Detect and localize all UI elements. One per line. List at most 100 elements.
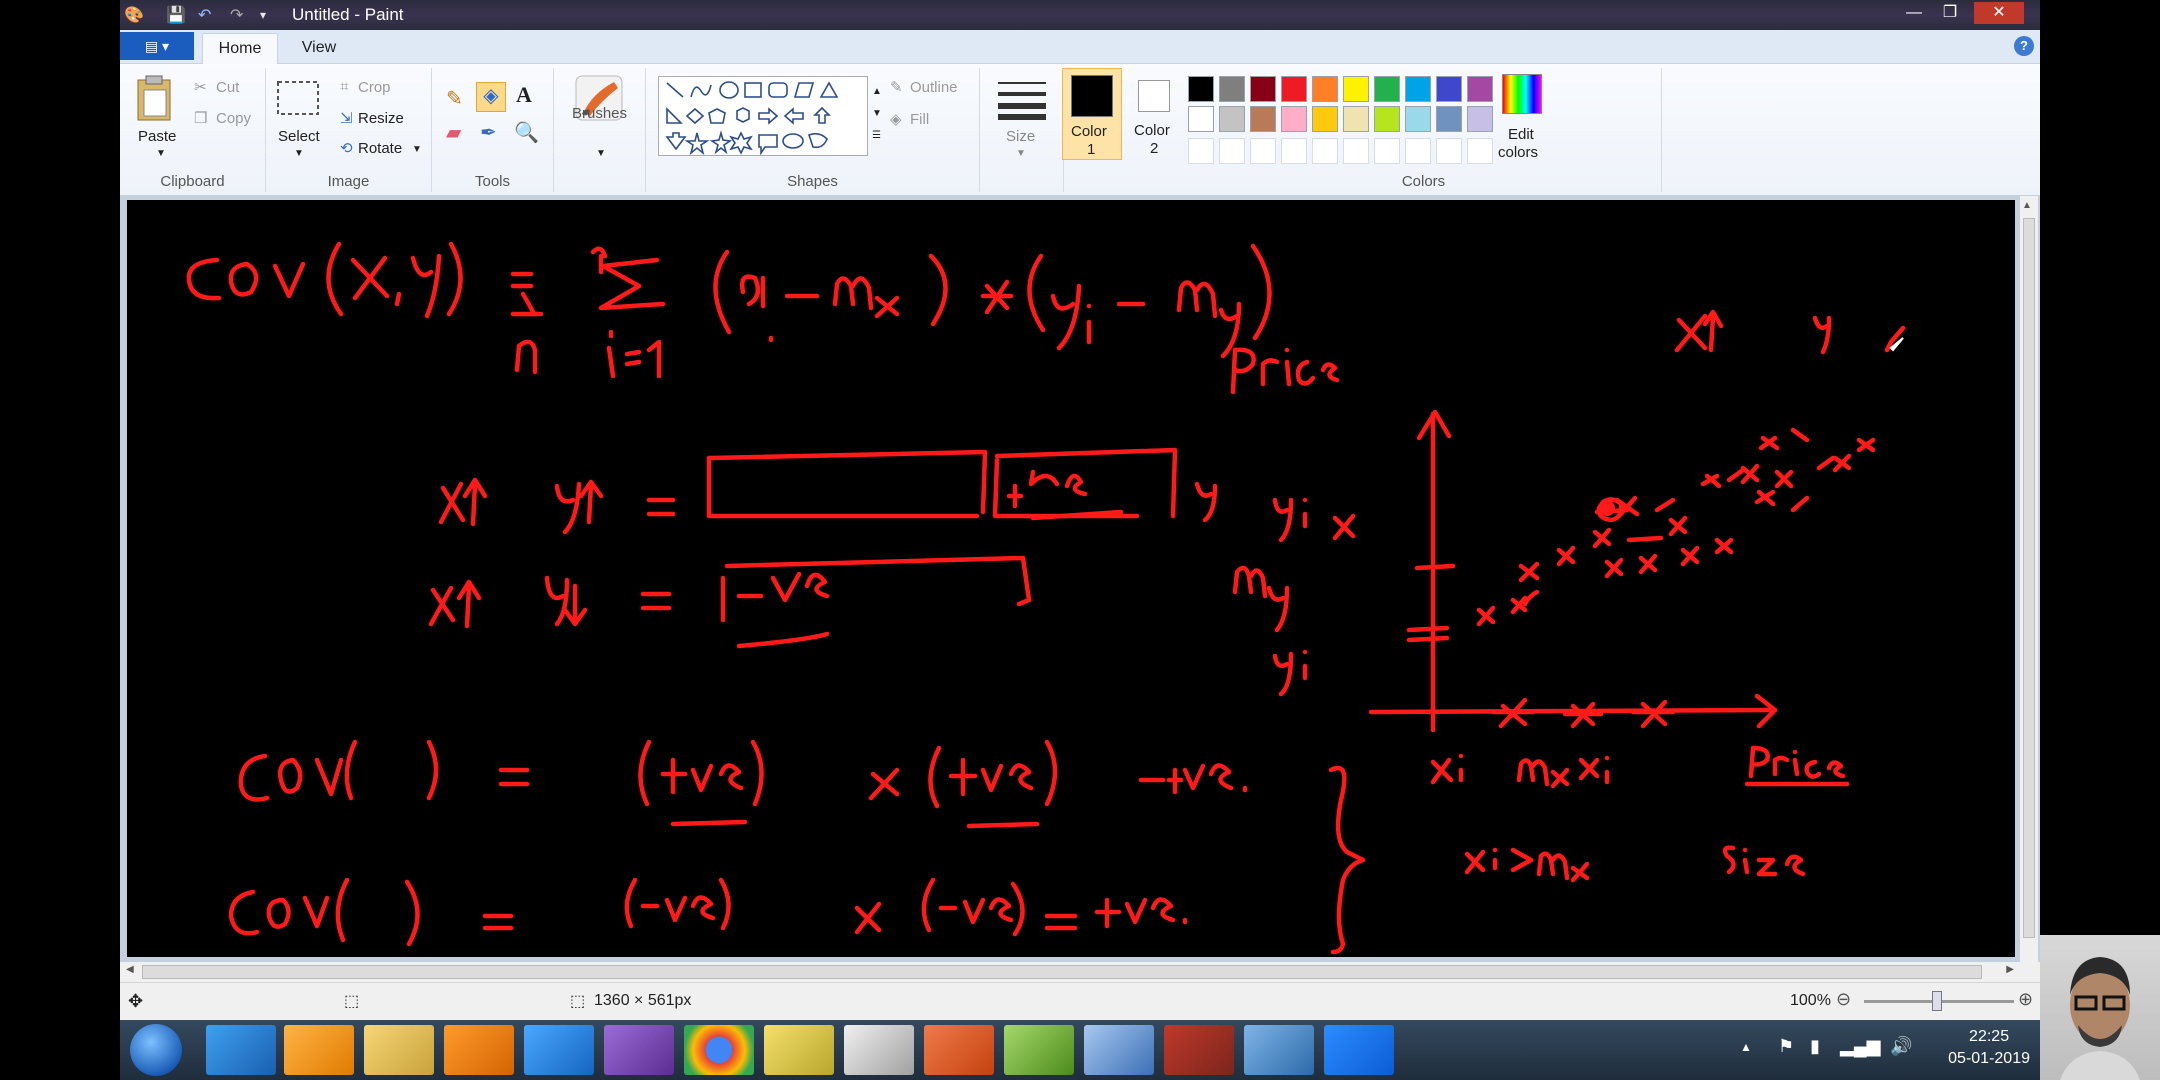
vertical-scroll-thumb[interactable]	[2023, 218, 2035, 938]
winrar-icon[interactable]	[1164, 1025, 1234, 1075]
scroll-up-icon[interactable]: ▲	[2022, 200, 2032, 211]
tab-view[interactable]: View	[286, 33, 352, 64]
network-app-icon[interactable]	[844, 1025, 914, 1075]
color-swatch[interactable]	[1219, 76, 1245, 102]
color-swatch[interactable]	[1188, 106, 1214, 132]
horizontal-scrollbar[interactable]: ◀ ▶	[120, 962, 2040, 982]
pencil-icon[interactable]: ✎	[446, 86, 463, 111]
chrome-icon[interactable]	[684, 1025, 754, 1075]
horizontal-scroll-thumb[interactable]	[142, 965, 1982, 979]
custom-color-slot[interactable]	[1436, 138, 1462, 164]
zoom-out-icon[interactable]: ⊖	[1836, 989, 1851, 1010]
color-swatch[interactable]	[1436, 106, 1462, 132]
color2-button[interactable]: Color 2	[1124, 68, 1184, 160]
maximize-button[interactable]: ❐	[1932, 2, 1968, 24]
shapes-expand-icon[interactable]: ☰	[872, 130, 881, 141]
start-orb[interactable]	[130, 1024, 182, 1076]
settings-app-icon[interactable]	[524, 1025, 594, 1075]
eraser-icon[interactable]: ▰	[446, 120, 461, 145]
canvas-size-text: 1360 × 561px	[594, 992, 692, 1009]
notepad-app-icon[interactable]	[1004, 1025, 1074, 1075]
custom-color-slot[interactable]	[1281, 138, 1307, 164]
flag-icon[interactable]: ⚑	[1778, 1036, 1794, 1057]
color1-number: 1	[1087, 141, 1096, 158]
clipboard-group: Paste ▼ ✂ Cut ❐ Copy Clipboard	[120, 68, 266, 192]
color-swatch[interactable]	[1281, 106, 1307, 132]
text-tool-icon[interactable]: A	[516, 82, 532, 108]
minimize-button[interactable]: —	[1896, 2, 1932, 24]
close-button[interactable]: ✕	[1974, 2, 2024, 24]
tab-home[interactable]: Home	[202, 33, 278, 64]
zoom-app-icon[interactable]	[1324, 1025, 1394, 1075]
file-explorer-icon[interactable]	[364, 1025, 434, 1075]
fill-bucket-icon[interactable]: ◈	[476, 82, 506, 112]
magnifier-icon[interactable]: 🔍	[514, 120, 539, 145]
resize-icon: ⇲	[340, 110, 353, 127]
vlc-icon[interactable]	[444, 1025, 514, 1075]
remote-desktop-icon[interactable]	[1244, 1025, 1314, 1075]
paint-taskbar-icon[interactable]	[1084, 1025, 1154, 1075]
custom-color-slot[interactable]	[1405, 138, 1431, 164]
size-button[interactable]: Size ▼	[980, 68, 1064, 192]
shapes-scroll-up-icon[interactable]: ▲	[872, 86, 882, 97]
color-swatch[interactable]	[1312, 106, 1338, 132]
media-player-icon[interactable]	[284, 1025, 354, 1075]
vertical-scrollbar[interactable]: ▲	[2020, 196, 2038, 962]
customize-quick-access-icon[interactable]: ▾	[260, 8, 266, 22]
color-swatch[interactable]	[1281, 76, 1307, 102]
zoom-in-icon[interactable]: ⊕	[2018, 989, 2033, 1010]
custom-color-slot[interactable]	[1312, 138, 1338, 164]
color-swatch[interactable]	[1374, 106, 1400, 132]
paint-app-icon[interactable]: 🎨	[124, 5, 144, 25]
size-label: Size	[1006, 128, 1036, 145]
color-swatch[interactable]	[1343, 106, 1369, 132]
sticky-notes-icon[interactable]	[764, 1025, 834, 1075]
tools-group-label: Tools	[474, 173, 511, 190]
help-icon[interactable]: ?	[2014, 36, 2034, 56]
internet-explorer-icon[interactable]	[206, 1025, 276, 1075]
system-clock[interactable]: 22:25 05-01-2019	[1948, 1026, 2030, 1070]
clipboard-group-label: Clipboard	[160, 173, 225, 190]
redo-icon[interactable]: ↷	[230, 5, 243, 25]
size-dropdown-icon: ▼	[1016, 148, 1026, 159]
color-swatch[interactable]	[1312, 76, 1338, 102]
powerpoint-icon[interactable]	[924, 1025, 994, 1075]
drawing-canvas[interactable]	[127, 200, 2015, 957]
color-swatch[interactable]	[1250, 76, 1276, 102]
show-hidden-icons-icon[interactable]: ▲	[1740, 1040, 1752, 1054]
cut-label: Cut	[216, 79, 240, 96]
brushes-group[interactable]: Brushes ▼	[554, 68, 646, 192]
color-swatch[interactable]	[1188, 76, 1214, 102]
volume-icon[interactable]: 🔊	[1890, 1036, 1912, 1057]
edit-colors-button[interactable]: Edit colors	[1488, 68, 1558, 168]
color1-button[interactable]: Color 1	[1062, 68, 1122, 160]
color-picker-icon[interactable]: ✒	[480, 120, 497, 145]
color-swatch[interactable]	[1436, 76, 1462, 102]
visual-studio-icon[interactable]	[604, 1025, 674, 1075]
network-signal-icon[interactable]: ▂▄▆	[1840, 1036, 1880, 1057]
paint-window: 🎨 💾 ↶ ↷ ▾ Untitled - Paint — ❐ ✕ ▤ ▾ Hom…	[120, 0, 2040, 1020]
zoom-slider-thumb[interactable]	[1932, 991, 1942, 1011]
custom-color-slot[interactable]	[1188, 138, 1214, 164]
scroll-right-icon[interactable]: ▶	[2006, 964, 2014, 975]
shapes-gallery[interactable]	[658, 76, 868, 156]
custom-color-slot[interactable]	[1343, 138, 1369, 164]
shapes-scroll-down-icon[interactable]: ▼	[872, 108, 882, 119]
scroll-left-icon[interactable]: ◀	[126, 964, 134, 975]
file-menu-tab[interactable]: ▤ ▾	[120, 32, 194, 60]
power-icon[interactable]: ▮	[1810, 1036, 1820, 1057]
copy-icon: ❐	[194, 110, 208, 127]
color-swatch[interactable]	[1405, 76, 1431, 102]
edit-colors-label-2: colors	[1498, 144, 1539, 161]
color-swatch[interactable]	[1219, 106, 1245, 132]
color-swatch[interactable]	[1343, 76, 1369, 102]
custom-color-slot[interactable]	[1250, 138, 1276, 164]
color-swatch[interactable]	[1250, 106, 1276, 132]
undo-icon[interactable]: ↶	[198, 5, 211, 25]
custom-color-slot[interactable]	[1219, 138, 1245, 164]
paste-label: Paste	[138, 128, 177, 145]
color-swatch[interactable]	[1405, 106, 1431, 132]
custom-color-slot[interactable]	[1374, 138, 1400, 164]
save-icon[interactable]: 💾	[166, 5, 186, 25]
color-swatch[interactable]	[1374, 76, 1400, 102]
